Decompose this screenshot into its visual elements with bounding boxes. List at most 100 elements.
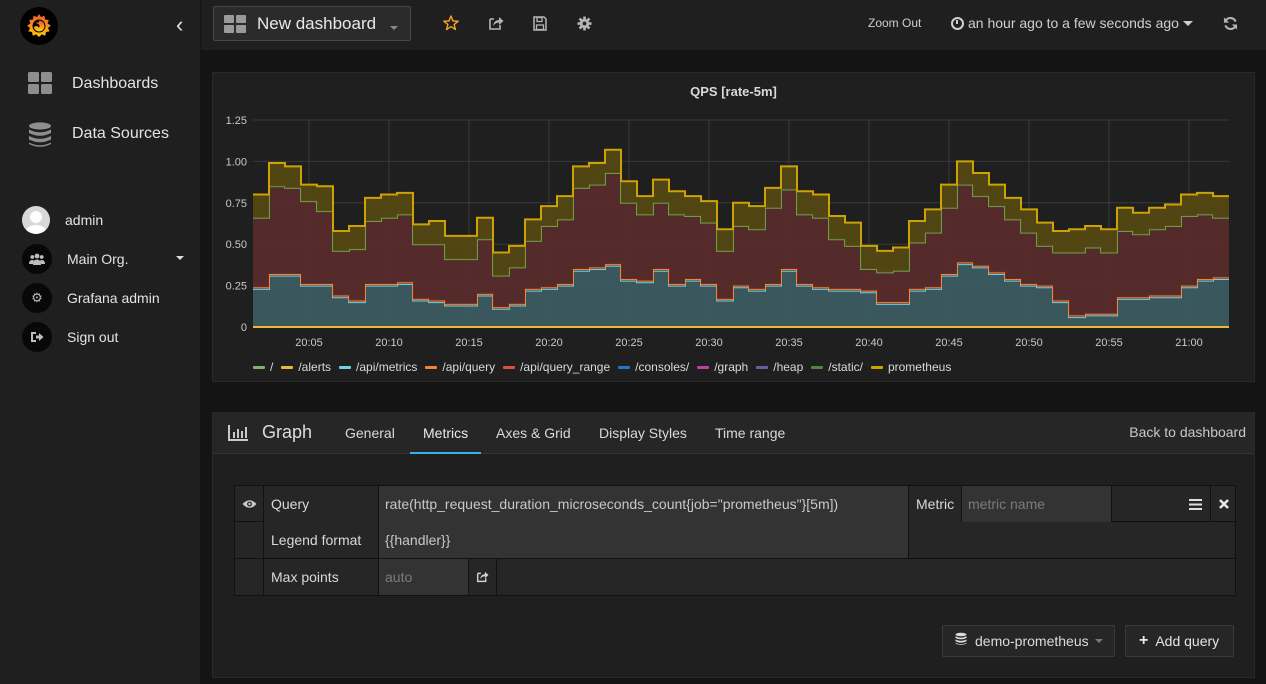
metric-name-input[interactable]: metric name <box>962 486 1112 522</box>
legend-item[interactable]: /consoles/ <box>618 360 689 374</box>
tab-display-styles[interactable]: Display Styles <box>586 413 700 454</box>
sidebar-item-admin-profile[interactable]: admin <box>0 202 200 238</box>
legend-label: / <box>270 360 274 374</box>
save-icon[interactable] <box>530 13 550 33</box>
panel-editor: Graph General Metrics Axes & Grid Displa… <box>212 412 1255 678</box>
tab-general[interactable]: General <box>332 413 408 454</box>
sidebar-item-label: Data Sources <box>72 125 169 142</box>
users-icon <box>22 244 52 274</box>
legend-swatch <box>697 365 710 369</box>
x-tick-label: 20:05 <box>295 337 323 349</box>
x-tick-label: 20:20 <box>535 337 563 349</box>
legend-swatch <box>756 365 769 369</box>
max-points-row: Max points auto <box>234 559 1236 596</box>
gear-icon: ⚙ <box>22 283 52 313</box>
x-tick-label: 20:40 <box>855 337 883 349</box>
legend-format-row: Legend format {{handler}} <box>234 522 1236 559</box>
query-input[interactable]: rate(http_request_duration_microseconds_… <box>379 486 909 522</box>
legend-item[interactable]: prometheus <box>870 360 952 374</box>
qps-chart[interactable]: 0 0.25 0.50 0.75 1.00 1.25 20:05 20:10 20:15 20:2… <box>213 73 1256 358</box>
legend-item[interactable]: /graph <box>697 360 748 374</box>
legend-swatch <box>811 365 824 369</box>
remove-query-close-icon[interactable] <box>1211 486 1236 522</box>
sign-out-icon <box>22 322 52 352</box>
max-points-input[interactable]: auto <box>379 559 469 595</box>
sidebar-item-main-org[interactable]: Main Org. <box>0 241 200 277</box>
x-tick-label: 20:50 <box>1015 337 1043 349</box>
legend-item[interactable]: / <box>253 360 273 374</box>
database-icon <box>955 632 967 651</box>
time-range-picker[interactable]: an hour ago to a few seconds ago <box>951 15 1193 31</box>
legend-label: /alerts <box>298 360 332 374</box>
query-row: Query rate(http_request_duration_microse… <box>234 485 1236 522</box>
hamburger-icon <box>1189 498 1202 510</box>
grafana-logo-icon[interactable] <box>20 7 58 45</box>
legend-label: /graph <box>714 360 749 374</box>
sidebar-item-dashboards[interactable]: Dashboards <box>0 64 200 104</box>
sidebar-item-label: Sign out <box>67 329 119 345</box>
legend-item[interactable]: /heap <box>756 360 803 374</box>
refresh-icon[interactable] <box>1220 13 1240 33</box>
x-tick-label: 20:15 <box>455 337 483 349</box>
legend-label: /static/ <box>828 360 863 374</box>
legend-format-label: Legend format <box>264 522 379 558</box>
y-tick-label: 0.75 <box>226 198 247 210</box>
legend-label: /consoles/ <box>635 360 690 374</box>
caret-down-icon <box>1094 639 1103 643</box>
caret-down-icon <box>390 25 399 30</box>
star-icon[interactable] <box>441 13 461 33</box>
time-range-label: an hour ago to a few seconds ago <box>968 15 1179 31</box>
y-tick-label: 1.00 <box>226 156 247 168</box>
legend-label: /api/query <box>442 360 496 374</box>
collapse-sidebar-chevron-left-icon[interactable]: ‹ <box>176 12 183 38</box>
legend-item[interactable]: /static/ <box>811 360 863 374</box>
y-tick-label: 1.25 <box>226 115 247 127</box>
sidebar-item-label: Grafana admin <box>67 290 160 306</box>
tab-time-range[interactable]: Time range <box>702 413 798 454</box>
tab-metrics[interactable]: Metrics <box>410 413 482 454</box>
plus-icon: + <box>1139 632 1149 649</box>
sidebar: ‹ Dashboards Data Sources admin Main Org… <box>0 0 200 684</box>
legend-item[interactable]: /api/metrics <box>339 360 417 374</box>
graph-panel[interactable]: QPS [rate-5m] 0 0.25 0.50 0.75 1.00 1.25 20:05… <box>212 72 1255 382</box>
row-spacer <box>235 522 264 558</box>
user-name: admin <box>65 212 104 228</box>
y-tick-label: 0.50 <box>226 239 247 251</box>
top-navbar: New dashboard Zoom Out an hour ago to a … <box>200 0 1266 50</box>
toggle-visibility-eye-icon[interactable] <box>235 486 264 522</box>
sidebar-item-sign-out[interactable]: Sign out <box>0 319 200 355</box>
add-query-button[interactable]: + Add query <box>1125 625 1234 657</box>
org-name: Main Org. <box>67 251 129 267</box>
database-icon <box>28 122 52 147</box>
query-menu-button[interactable] <box>1112 486 1211 522</box>
share-link-icon[interactable] <box>469 559 497 595</box>
x-tick-label: 20:45 <box>935 337 963 349</box>
sidebar-item-grafana-admin[interactable]: ⚙ Grafana admin <box>0 280 200 316</box>
legend-label: /api/query_range <box>520 360 611 374</box>
legend-label: prometheus <box>887 360 952 374</box>
back-to-dashboard-link[interactable]: Back to dashboard <box>1129 424 1246 440</box>
clock-icon <box>951 16 964 30</box>
legend-swatch <box>339 365 352 369</box>
legend-swatch <box>618 365 631 369</box>
legend-format-input[interactable]: {{handler}} <box>379 522 909 558</box>
legend-item[interactable]: /alerts <box>281 360 331 374</box>
legend-swatch <box>870 365 883 369</box>
dashboard-picker-button[interactable]: New dashboard <box>213 6 411 41</box>
dashboards-grid-icon <box>28 72 52 96</box>
sidebar-item-data-sources[interactable]: Data Sources <box>0 114 200 154</box>
max-points-label: Max points <box>264 559 379 595</box>
legend-swatch <box>503 365 516 369</box>
y-tick-label: 0.25 <box>226 281 247 293</box>
add-query-label: Add query <box>1155 633 1220 649</box>
legend-item[interactable]: /api/query_range <box>503 360 610 374</box>
settings-gear-icon[interactable] <box>574 13 594 33</box>
share-icon[interactable] <box>486 13 506 33</box>
x-tick-label: 20:30 <box>695 337 723 349</box>
tab-axes-grid[interactable]: Axes & Grid <box>483 413 584 454</box>
datasource-select[interactable]: demo-prometheus <box>942 625 1115 657</box>
legend-item[interactable]: /api/query <box>425 360 495 374</box>
x-tick-label: 21:00 <box>1175 337 1203 349</box>
org-dropdown-caret-icon[interactable] <box>176 256 184 260</box>
zoom-out-button[interactable]: Zoom Out <box>868 16 921 30</box>
